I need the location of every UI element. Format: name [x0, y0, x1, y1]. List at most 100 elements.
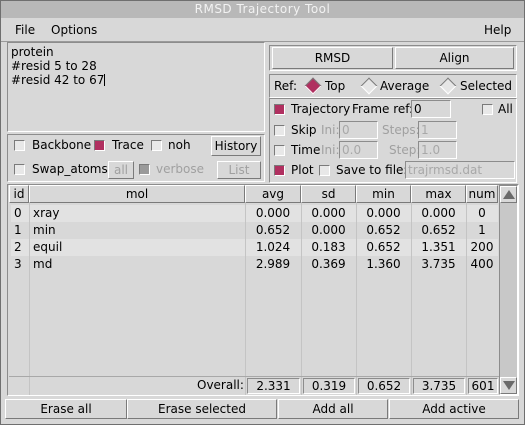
- cell-id: 0: [14, 206, 22, 220]
- time-ini-field[interactable]: 0.0: [339, 141, 378, 159]
- cell-sd: 0.183: [311, 240, 346, 254]
- skip-steps-field[interactable]: 1: [418, 121, 457, 139]
- overall-sd: 0.319: [303, 378, 355, 394]
- rmsd-button[interactable]: RMSD: [272, 47, 393, 69]
- menu-file[interactable]: File: [15, 22, 35, 38]
- overall-label: Overall:: [197, 378, 244, 392]
- overall-min: 0.652: [358, 378, 410, 394]
- cell-min: 0.000: [366, 206, 401, 220]
- column-header-avg[interactable]: avg: [245, 185, 301, 203]
- align-button[interactable]: Align: [395, 47, 514, 69]
- cell-avg: 0.000: [255, 206, 291, 220]
- cell-id: 2: [14, 240, 22, 254]
- arrow-up-icon: [502, 190, 515, 199]
- verbose-checkbox[interactable]: [139, 164, 150, 175]
- column-divider: [29, 203, 30, 395]
- cell-min: 0.652: [366, 223, 401, 237]
- skip-steps-label: Steps:: [382, 123, 420, 137]
- swap-atoms-label: Swap_atoms:: [32, 162, 112, 176]
- ref-label: Ref:: [274, 79, 298, 93]
- overall-max: 3.735: [413, 378, 465, 394]
- column-header-sd[interactable]: sd: [301, 185, 356, 203]
- cell-sd: 0.000: [311, 223, 346, 237]
- trace-checkbox[interactable]: [94, 140, 105, 151]
- cell-avg: 2.989: [255, 257, 291, 271]
- backbone-checkbox[interactable]: [14, 140, 25, 151]
- plot-checkbox[interactable]: [274, 165, 285, 176]
- cell-min: 1.360: [366, 257, 401, 271]
- column-header-max[interactable]: max: [411, 185, 466, 203]
- scroll-up-button[interactable]: [500, 186, 517, 203]
- cell-sd: 0.000: [311, 206, 346, 220]
- cell-id: 1: [14, 223, 22, 237]
- trajectory-checkbox[interactable]: [274, 104, 285, 115]
- add-active-button[interactable]: Add active: [389, 399, 519, 419]
- save-file-checkbox[interactable]: [319, 165, 330, 176]
- verbose-label: verbose: [156, 162, 205, 176]
- cell-avg: 0.652: [255, 223, 291, 237]
- cell-num: 400: [470, 257, 494, 271]
- cell-max: 0.000: [421, 206, 456, 220]
- time-checkbox[interactable]: [274, 145, 285, 156]
- save-file-label: Save to file:: [336, 163, 408, 177]
- text-cursor: [104, 74, 106, 86]
- table-scrollbar[interactable]: [499, 185, 518, 395]
- skip-checkbox[interactable]: [274, 125, 285, 136]
- column-header-min[interactable]: min: [356, 185, 411, 203]
- frame-ref-label: Frame ref:: [352, 102, 414, 116]
- cell-mol: min: [33, 223, 56, 237]
- cell-mol: xray: [33, 206, 60, 220]
- frame-ref-field[interactable]: 0: [411, 100, 451, 118]
- cell-num: 200: [470, 240, 494, 254]
- column-header-num[interactable]: num: [466, 185, 498, 203]
- arrow-down-icon: [502, 381, 515, 390]
- skip-ini-field[interactable]: 0: [339, 121, 378, 139]
- window-title: RMSD Trajectory Tool: [1, 1, 524, 18]
- all-frames-checkbox[interactable]: [482, 104, 493, 115]
- overall-avg: 2.331: [247, 378, 300, 394]
- time-ini-label: Ini:: [321, 143, 340, 157]
- all-frames-label: All: [498, 102, 513, 116]
- selection-line: #resid 42 to 67: [11, 73, 106, 87]
- skip-ini-label: Ini:: [321, 123, 340, 137]
- list-button[interactable]: List: [217, 161, 261, 179]
- ref-selected-label: Selected: [460, 79, 513, 93]
- selection-textarea[interactable]: protein #resid 5 to 28 #resid 42 to 67: [7, 42, 265, 132]
- swap-atoms-checkbox[interactable]: [14, 164, 25, 175]
- swap-all-button[interactable]: all: [108, 161, 134, 179]
- time-step-field[interactable]: 1.0: [418, 141, 457, 159]
- erase-all-button[interactable]: Erase all: [5, 399, 127, 419]
- selection-line: protein: [11, 45, 54, 59]
- ref-top-label: Top: [325, 79, 346, 93]
- trajectory-label: Trajectory: [291, 102, 351, 116]
- menu-options[interactable]: Options: [51, 22, 97, 38]
- selection-line: #resid 5 to 28: [11, 59, 97, 73]
- column-header-mol[interactable]: mol: [29, 185, 245, 203]
- cell-min: 0.652: [366, 240, 401, 254]
- cell-max: 1.351: [421, 240, 456, 254]
- save-file-field[interactable]: trajrmsd.dat: [405, 161, 515, 179]
- cell-id: 3: [14, 257, 22, 271]
- main-window: RMSD Trajectory Tool File Options Help p…: [0, 0, 525, 425]
- cell-sd: 0.369: [311, 257, 346, 271]
- menu-bar: File Options Help: [1, 18, 524, 42]
- cell-mol: md: [33, 257, 53, 271]
- cell-mol: equil: [33, 240, 63, 254]
- overall-num: 601: [468, 378, 498, 394]
- cell-avg: 1.024: [255, 240, 291, 254]
- scroll-down-button[interactable]: [500, 377, 517, 394]
- column-header-id[interactable]: id: [9, 185, 29, 203]
- menu-help[interactable]: Help: [484, 22, 511, 38]
- noh-label: noh: [168, 138, 191, 152]
- noh-checkbox[interactable]: [151, 140, 162, 151]
- skip-label: Skip: [291, 123, 317, 137]
- backbone-label: Backbone: [32, 138, 92, 152]
- erase-selected-button[interactable]: Erase selected: [127, 399, 277, 419]
- history-button[interactable]: History: [211, 136, 261, 156]
- time-step-label: Step:: [389, 143, 421, 157]
- cell-num: 1: [478, 223, 486, 237]
- add-all-button[interactable]: Add all: [278, 399, 388, 419]
- cell-max: 3.735: [421, 257, 456, 271]
- ref-average-label: Average: [380, 79, 430, 93]
- cell-num: 0: [478, 206, 486, 220]
